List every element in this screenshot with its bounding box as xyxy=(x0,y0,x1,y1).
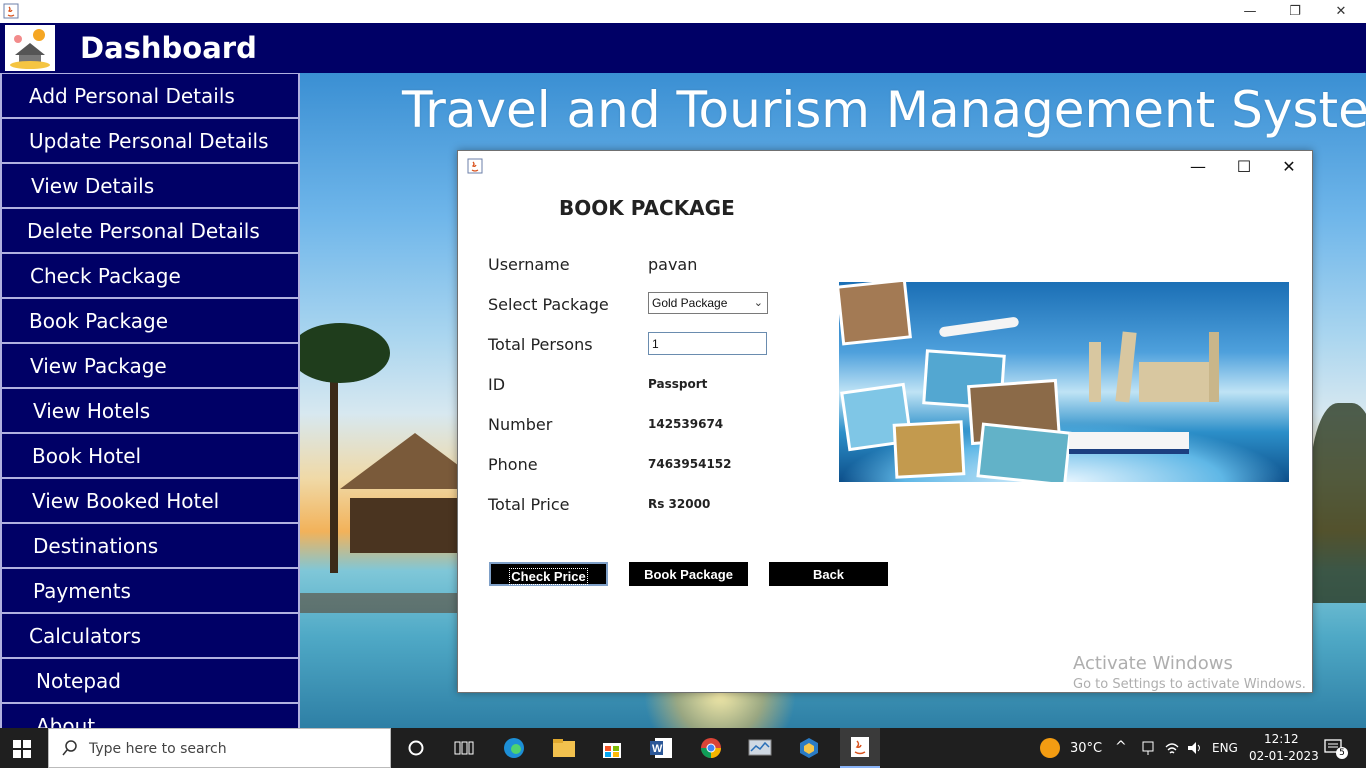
java-app-icon xyxy=(3,3,19,19)
window-titlebar: — ❐ ✕ xyxy=(0,0,1366,23)
clock-time[interactable]: 12:12 xyxy=(1264,732,1299,746)
phone-value: 7463954152 xyxy=(648,457,732,471)
weather-sun-icon[interactable] xyxy=(1036,734,1064,762)
sidebar-item-view-details[interactable]: View Details xyxy=(0,163,300,208)
check-price-button[interactable]: Check Price xyxy=(489,562,608,586)
total-persons-input[interactable] xyxy=(648,332,767,355)
task-manager-icon[interactable] xyxy=(746,734,774,762)
taskbar-search[interactable]: Type here to search xyxy=(48,728,391,768)
palm-tree-right xyxy=(1310,403,1366,603)
notification-center-icon[interactable]: 5 xyxy=(1324,738,1348,759)
sidebar-item-notepad[interactable]: Notepad xyxy=(0,658,300,703)
collage-photo xyxy=(976,422,1072,482)
volume-icon[interactable] xyxy=(1186,740,1204,756)
book-package-dialog: — ☐ ✕ BOOK PACKAGE Username pavan Select… xyxy=(457,150,1313,693)
check-price-button-label: Check Price xyxy=(509,568,588,585)
travel-collage-image xyxy=(839,282,1289,482)
total-price-value: Rs 32000 xyxy=(648,497,711,511)
total-price-label: Total Price xyxy=(488,495,570,514)
clock-date[interactable]: 02-01-2023 xyxy=(1249,749,1319,763)
palm-leaves-left xyxy=(300,323,390,383)
dashboard-header: Dashboard xyxy=(0,23,1366,73)
phone-label: Phone xyxy=(488,455,538,474)
big-ben-icon xyxy=(1209,332,1219,402)
sidebar-item-delete-personal-details[interactable]: Delete Personal Details xyxy=(0,208,300,253)
sidebar-item-view-package[interactable]: View Package xyxy=(0,343,300,388)
number-label: Number xyxy=(488,415,553,434)
app-title: Travel and Tourism Management System xyxy=(402,81,1366,139)
edge-browser-icon[interactable] xyxy=(500,734,528,762)
colosseum-icon xyxy=(1139,362,1209,402)
sidebar: Add Personal Details Update Personal Det… xyxy=(0,73,300,728)
id-value: Passport xyxy=(648,377,708,391)
sidebar-item-payments[interactable]: Payments xyxy=(0,568,300,613)
search-icon xyxy=(62,740,77,756)
sidebar-item-view-booked-hotel[interactable]: View Booked Hotel xyxy=(0,478,300,523)
activate-windows-title: Activate Windows xyxy=(1073,653,1233,674)
username-label: Username xyxy=(488,255,570,274)
cruise-ship-icon xyxy=(1069,432,1189,454)
taskbar: Type here to search W 30°C ^ ENG 12:12 0… xyxy=(0,728,1366,768)
book-package-button[interactable]: Book Package xyxy=(629,562,748,586)
total-persons-label: Total Persons xyxy=(488,335,593,354)
file-explorer-icon[interactable] xyxy=(550,734,578,762)
sidebar-item-add-personal-details[interactable]: Add Personal Details xyxy=(0,73,300,118)
notification-count-badge: 5 xyxy=(1336,747,1348,759)
sidebar-item-calculators[interactable]: Calculators xyxy=(0,613,300,658)
java-app-icon xyxy=(467,158,483,174)
search-placeholder: Type here to search xyxy=(89,741,227,757)
wifi-icon[interactable] xyxy=(1164,740,1180,756)
beach-hut-base xyxy=(350,498,470,553)
dashboard-title: Dashboard xyxy=(80,31,257,65)
window-minimize-button[interactable]: — xyxy=(1227,0,1273,23)
package-select[interactable]: Gold Package ⌄ xyxy=(648,292,768,314)
airplane-icon xyxy=(938,316,1020,338)
word-icon[interactable]: W xyxy=(647,734,675,762)
back-button[interactable]: Back xyxy=(769,562,888,586)
package-select-value: Gold Package xyxy=(652,296,728,310)
chevron-up-icon[interactable]: ^ xyxy=(1115,739,1127,755)
chevron-down-icon: ⌄ xyxy=(753,297,763,309)
virtualbox-icon[interactable] xyxy=(795,734,823,762)
collage-photo xyxy=(892,420,966,479)
sidebar-item-book-package[interactable]: Book Package xyxy=(0,298,300,343)
cortana-icon[interactable] xyxy=(402,734,430,762)
microsoft-store-icon[interactable] xyxy=(598,734,626,762)
eiffel-tower-icon xyxy=(1089,342,1101,402)
leaning-tower-icon xyxy=(1115,331,1137,403)
task-view-icon[interactable] xyxy=(450,734,478,762)
dialog-maximize-button[interactable]: ☐ xyxy=(1221,151,1267,181)
dashboard-logo xyxy=(5,25,55,71)
chrome-icon[interactable] xyxy=(697,734,725,762)
sidebar-item-check-package[interactable]: Check Package xyxy=(0,253,300,298)
dialog-heading: BOOK PACKAGE xyxy=(559,196,735,220)
taskbar-active-app[interactable] xyxy=(840,728,880,768)
sidebar-item-book-hotel[interactable]: Book Hotel xyxy=(0,433,300,478)
sidebar-item-update-personal-details[interactable]: Update Personal Details xyxy=(0,118,300,163)
meet-now-icon[interactable] xyxy=(1140,740,1156,756)
sidebar-item-view-hotels[interactable]: View Hotels xyxy=(0,388,300,433)
activate-windows-subtitle: Go to Settings to activate Windows. xyxy=(1073,677,1306,692)
weather-temperature[interactable]: 30°C xyxy=(1070,741,1102,756)
windows-start-icon[interactable] xyxy=(12,739,32,759)
sidebar-item-destinations[interactable]: Destinations xyxy=(0,523,300,568)
window-restore-button[interactable]: ❐ xyxy=(1272,0,1318,23)
java-icon xyxy=(851,737,869,757)
select-package-label: Select Package xyxy=(488,295,609,314)
language-indicator[interactable]: ENG xyxy=(1212,741,1238,755)
dialog-minimize-button[interactable]: — xyxy=(1175,151,1221,181)
sidebar-item-about[interactable]: About xyxy=(0,703,300,728)
travel-logo-icon xyxy=(10,29,50,69)
id-label: ID xyxy=(488,375,506,394)
number-value: 142539674 xyxy=(648,417,724,431)
svg-text:W: W xyxy=(652,743,663,755)
dialog-close-button[interactable]: ✕ xyxy=(1266,151,1312,181)
collage-photo xyxy=(839,282,912,346)
username-value: pavan xyxy=(648,255,698,274)
window-close-button[interactable]: ✕ xyxy=(1318,0,1364,23)
